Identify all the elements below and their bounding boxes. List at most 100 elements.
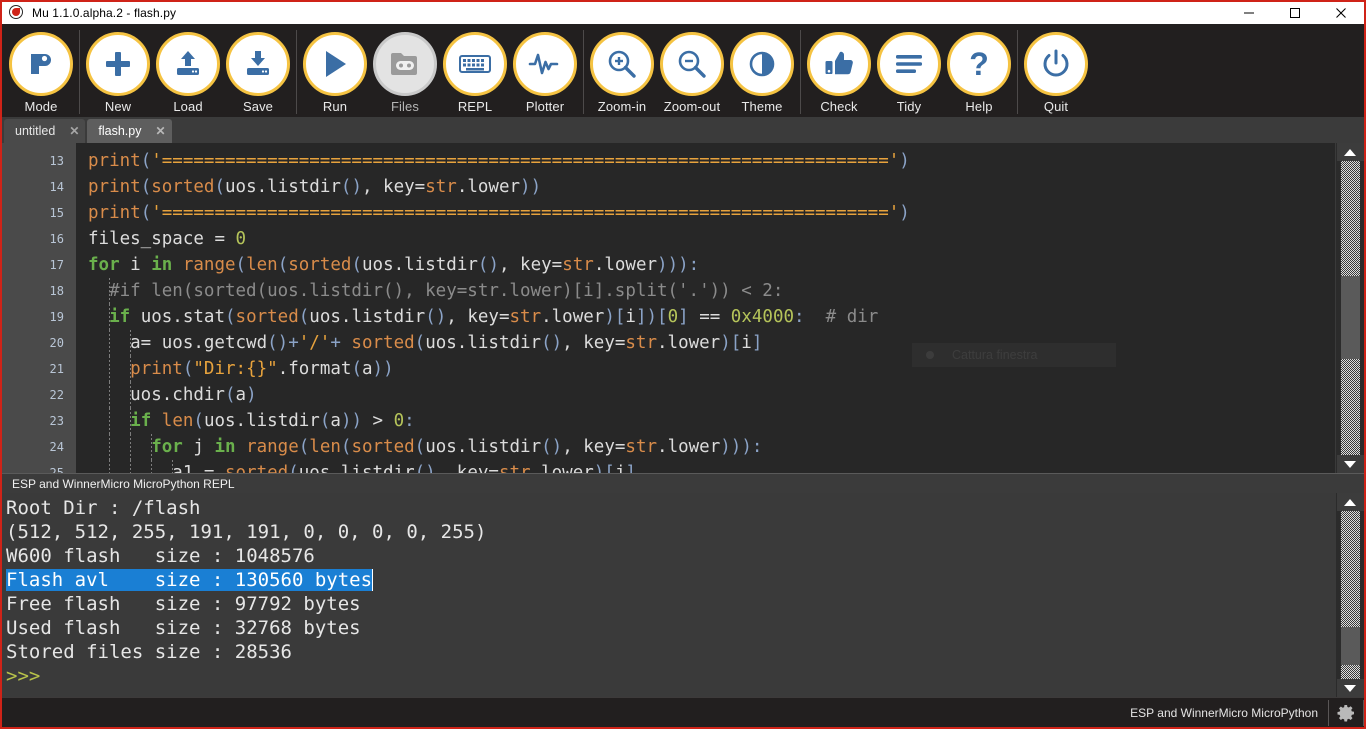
toolbar-label: Check	[820, 99, 858, 114]
gear-icon[interactable]	[1329, 698, 1363, 728]
tab-flash-py[interactable]: flash.py ✕	[87, 119, 172, 143]
tidy-icon	[877, 32, 941, 96]
toolbar-button-mode[interactable]: Mode	[6, 24, 76, 117]
code-line[interactable]: a1 = sorted(uos.listdir(), key=str.lower…	[76, 460, 1335, 473]
toolbar-button-zoom-in[interactable]: Zoom-in	[587, 24, 657, 117]
code-line[interactable]: for j in range(len(sorted(uos.listdir(),…	[76, 434, 1335, 460]
repl-selected-text: Flash avl size : 130560 bytes	[6, 569, 373, 591]
editor-scroll-down-button[interactable]	[1336, 455, 1364, 473]
status-mode-label[interactable]: ESP and WinnerMicro MicroPython	[1130, 706, 1328, 720]
repl-scroll-thumb[interactable]	[1340, 627, 1360, 665]
repl-line: Stored files size : 28536	[6, 641, 292, 663]
code-line[interactable]: print(sorted(uos.listdir(), key=str.lowe…	[76, 174, 1335, 200]
code-line[interactable]: files_space = 0	[76, 226, 1335, 252]
mu-editor-window: Mu 1.1.0.alpha.2 - flash.py Mode New Load S…	[0, 0, 1366, 729]
toolbar-button-new[interactable]: New	[83, 24, 153, 117]
toolbar-button-tidy[interactable]: Tidy	[874, 24, 944, 117]
window-title: Mu 1.1.0.alpha.2 - flash.py	[32, 6, 177, 20]
files-icon	[373, 32, 437, 96]
repl-prompt[interactable]: >>>	[6, 664, 1335, 688]
main-toolbar: Mode New Load Save Run Files REPL Plotter Zoom-i…	[2, 24, 1364, 117]
editor-scroll-up-button[interactable]	[1336, 143, 1364, 161]
tab-close-icon[interactable]: ✕	[69, 125, 79, 137]
editor-scroll-thumb[interactable]	[1340, 276, 1360, 359]
repl-output[interactable]: Root Dir : /flash (512, 512, 255, 191, 19…	[2, 493, 1335, 697]
tab-label: untitled	[15, 124, 56, 138]
plotter-icon	[513, 32, 577, 96]
toolbar-separator	[79, 30, 80, 114]
line-number: 20	[49, 336, 64, 350]
code-line[interactable]: #if len(sorted(uos.listdir(), key=str.lo…	[76, 278, 1335, 304]
line-number: 13	[49, 154, 64, 168]
line-number-gutter: 13 14 15 16 17 18 19 20 21 22 23 24 25	[2, 143, 76, 473]
maximize-button[interactable]	[1272, 2, 1318, 24]
line-number: 14	[49, 180, 64, 194]
tab-bar: untitled ✕ flash.py ✕	[2, 117, 1364, 143]
title-bar: Mu 1.1.0.alpha.2 - flash.py	[2, 2, 1364, 24]
code-editor[interactable]: 13 14 15 16 17 18 19 20 21 22 23 24 25 Cattura fines…	[2, 143, 1364, 473]
status-bar: ESP and WinnerMicro MicroPython	[2, 697, 1364, 727]
toolbar-button-save[interactable]: Save	[223, 24, 293, 117]
repl-pane[interactable]: Root Dir : /flash (512, 512, 255, 191, 19…	[2, 493, 1364, 697]
toolbar-label: Zoom-out	[663, 99, 721, 114]
repl-line: W600 flash size : 1048576	[6, 545, 315, 567]
toolbar-button-run[interactable]: Run	[300, 24, 370, 117]
save-icon	[226, 32, 290, 96]
repl-scroll-down-button[interactable]	[1336, 679, 1364, 697]
mode-icon	[9, 32, 73, 96]
toolbar-label: Save	[242, 99, 274, 114]
code-line[interactable]: for i in range(len(sorted(uos.listdir(),…	[76, 252, 1335, 278]
repl-vertical-scrollbar[interactable]	[1335, 493, 1364, 697]
toolbar-button-help[interactable]: ? Help	[944, 24, 1014, 117]
repl-line: Flash avl size : 130560 bytes	[6, 568, 1335, 592]
toolbar-button-load[interactable]: Load	[153, 24, 223, 117]
toolbar-label: Zoom-in	[597, 99, 647, 114]
code-line[interactable]: print("Dir:{}".format(a))	[76, 356, 1335, 382]
repl-scroll-up-button[interactable]	[1336, 493, 1364, 511]
tab-label: flash.py	[98, 124, 142, 138]
close-button[interactable]	[1318, 2, 1364, 24]
toolbar-label: New	[104, 99, 132, 114]
code-line[interactable]: if len(uos.listdir(a)) > 0:	[76, 408, 1335, 434]
check-icon	[807, 32, 871, 96]
toolbar-label: Quit	[1043, 99, 1069, 114]
code-line[interactable]: print('=================================…	[76, 200, 1335, 226]
toolbar-button-check[interactable]: Check	[804, 24, 874, 117]
line-number: 16	[49, 232, 64, 246]
toolbar-label: Tidy	[896, 99, 922, 114]
code-line[interactable]: print('=================================…	[76, 148, 1335, 174]
toolbar-button-repl[interactable]: REPL	[440, 24, 510, 117]
code-line[interactable]: uos.chdir(a)	[76, 382, 1335, 408]
line-number: 21	[49, 362, 64, 376]
code-text-area[interactable]: Cattura finestra print('================…	[76, 143, 1335, 473]
toolbar-separator	[583, 30, 584, 114]
tab-close-icon[interactable]: ✕	[155, 125, 165, 137]
toolbar-button-plotter[interactable]: Plotter	[510, 24, 580, 117]
repl-icon	[443, 32, 507, 96]
new-icon	[86, 32, 150, 96]
editor-scroll-track[interactable]	[1340, 161, 1360, 455]
toolbar-separator	[296, 30, 297, 114]
help-icon: ?	[947, 32, 1011, 96]
toolbar-button-quit[interactable]: Quit	[1021, 24, 1091, 117]
repl-header-label: ESP and WinnerMicro MicroPython REPL	[12, 476, 235, 491]
tab-untitled[interactable]: untitled ✕	[4, 119, 86, 143]
run-icon	[303, 32, 367, 96]
minimize-button[interactable]	[1226, 2, 1272, 24]
toolbar-button-files: Files	[370, 24, 440, 117]
status-divider-right	[1363, 699, 1364, 726]
toolbar-label: Load	[173, 99, 203, 114]
repl-line: (512, 512, 255, 191, 191, 0, 0, 0, 0, 25…	[6, 521, 487, 543]
code-line[interactable]: if uos.stat(sorted(uos.listdir(), key=st…	[76, 304, 1335, 330]
toolbar-label: Help	[965, 99, 993, 114]
repl-scroll-track[interactable]	[1340, 511, 1360, 679]
line-number: 17	[49, 258, 64, 272]
toolbar-button-theme[interactable]: Theme	[727, 24, 797, 117]
window-controls	[1226, 2, 1364, 24]
editor-vertical-scrollbar[interactable]	[1335, 143, 1364, 473]
line-number: 25	[49, 466, 64, 473]
line-number: 24	[49, 440, 64, 454]
toolbar-button-zoom-out[interactable]: Zoom-out	[657, 24, 727, 117]
code-line[interactable]: a= uos.getcwd()+'/'+ sorted(uos.listdir(…	[76, 330, 1335, 356]
line-number: 19	[49, 310, 64, 324]
